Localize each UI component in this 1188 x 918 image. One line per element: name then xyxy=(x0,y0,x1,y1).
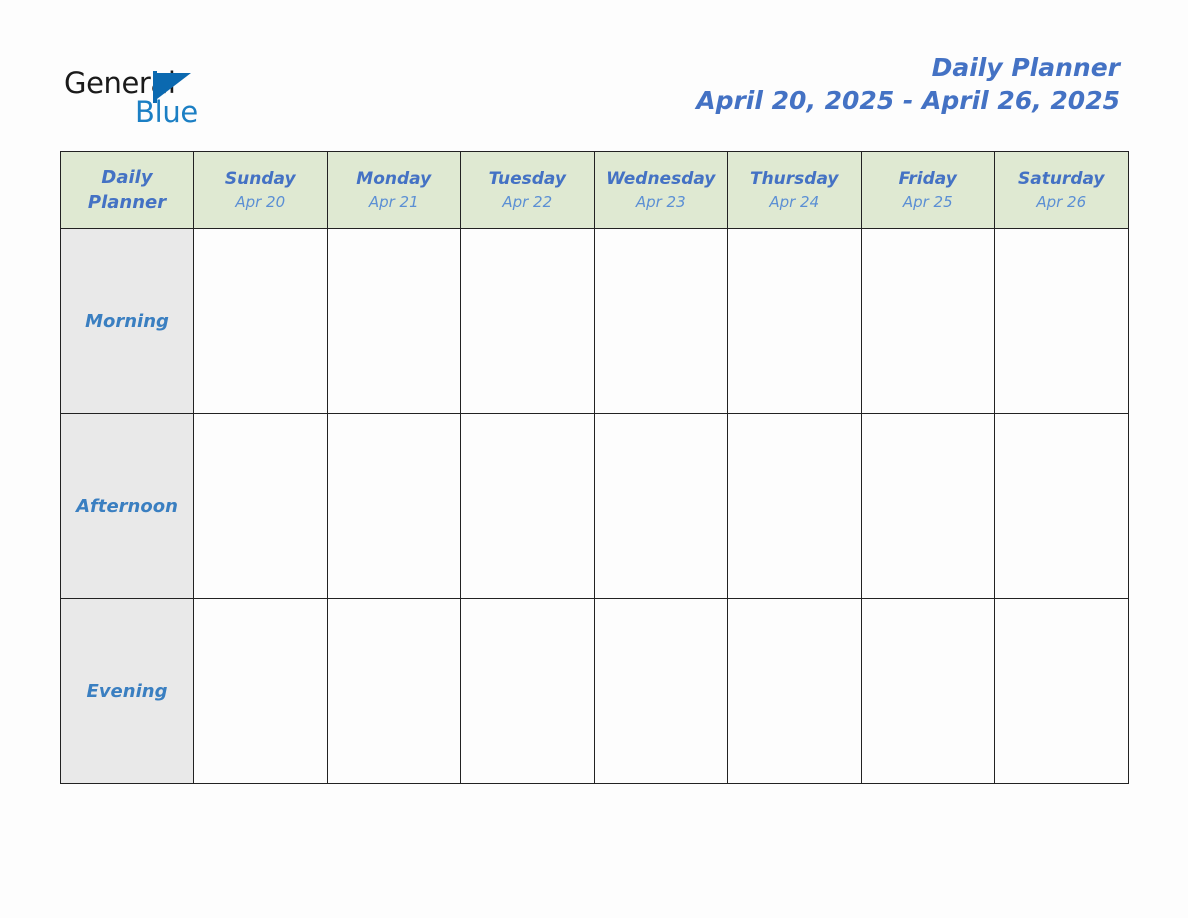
slot-afternoon-sunday[interactable] xyxy=(193,413,328,599)
title-block: Daily Planner April 20, 2025 - April 26,… xyxy=(696,52,1120,118)
slot-morning-sunday[interactable] xyxy=(193,228,328,414)
row-label-evening: Evening xyxy=(60,598,194,784)
day-name-monday: Monday xyxy=(356,169,432,189)
day-date-saturday: Apr 26 xyxy=(1036,193,1087,211)
table-header-row: Daily Planner Sunday Apr 20 Monday Apr 2… xyxy=(60,151,1129,229)
slot-morning-thursday[interactable] xyxy=(727,228,862,414)
date-range: April 20, 2025 - April 26, 2025 xyxy=(696,86,1120,115)
corner-label-line2: Planner xyxy=(87,192,167,213)
slot-morning-monday[interactable] xyxy=(326,228,461,414)
table-row: Evening xyxy=(60,598,1129,784)
slot-afternoon-tuesday[interactable] xyxy=(460,413,595,599)
slot-evening-thursday[interactable] xyxy=(727,598,862,784)
logo-text-blue: Blue xyxy=(135,95,198,129)
slot-afternoon-wednesday[interactable] xyxy=(593,413,728,599)
day-name-thursday: Thursday xyxy=(749,169,839,189)
row-label-text: Afternoon xyxy=(76,495,178,517)
day-date-tuesday: Apr 22 xyxy=(502,193,553,211)
table-corner-cell: Daily Planner xyxy=(60,151,194,229)
row-label-morning: Morning xyxy=(60,228,194,414)
slot-morning-wednesday[interactable] xyxy=(593,228,728,414)
page-title: Daily Planner xyxy=(931,53,1120,82)
corner-label-line1: Daily xyxy=(101,167,153,188)
day-date-thursday: Apr 24 xyxy=(769,193,820,211)
day-name-tuesday: Tuesday xyxy=(488,169,566,189)
slot-evening-saturday[interactable] xyxy=(994,598,1129,784)
day-header-sunday: Sunday Apr 20 xyxy=(193,151,328,229)
slot-afternoon-friday[interactable] xyxy=(860,413,995,599)
slot-evening-wednesday[interactable] xyxy=(593,598,728,784)
day-header-wednesday: Wednesday Apr 23 xyxy=(593,151,728,229)
table-row: Afternoon xyxy=(60,413,1129,599)
slot-morning-saturday[interactable] xyxy=(994,228,1129,414)
day-name-wednesday: Wednesday xyxy=(606,169,716,189)
slot-evening-tuesday[interactable] xyxy=(460,598,595,784)
page-header: General Blue Daily Planner April 20, 202… xyxy=(0,0,1188,150)
day-header-monday: Monday Apr 21 xyxy=(326,151,461,229)
day-date-wednesday: Apr 23 xyxy=(635,193,686,211)
day-date-sunday: Apr 20 xyxy=(235,193,286,211)
day-header-saturday: Saturday Apr 26 xyxy=(994,151,1129,229)
day-name-friday: Friday xyxy=(898,169,957,189)
table-row: Morning xyxy=(60,228,1129,414)
row-label-afternoon: Afternoon xyxy=(60,413,194,599)
day-name-sunday: Sunday xyxy=(224,169,296,189)
planner-page: General Blue Daily Planner April 20, 202… xyxy=(0,0,1188,918)
day-date-monday: Apr 21 xyxy=(368,193,419,211)
day-header-tuesday: Tuesday Apr 22 xyxy=(460,151,595,229)
slot-afternoon-saturday[interactable] xyxy=(994,413,1129,599)
slot-afternoon-thursday[interactable] xyxy=(727,413,862,599)
row-label-text: Morning xyxy=(85,310,169,332)
general-blue-logo: General Blue xyxy=(64,68,254,130)
day-header-thursday: Thursday Apr 24 xyxy=(727,151,862,229)
slot-afternoon-monday[interactable] xyxy=(326,413,461,599)
day-header-friday: Friday Apr 25 xyxy=(860,151,995,229)
slot-evening-sunday[interactable] xyxy=(193,598,328,784)
slot-evening-monday[interactable] xyxy=(326,598,461,784)
weekly-planner-table: Daily Planner Sunday Apr 20 Monday Apr 2… xyxy=(60,151,1129,784)
slot-morning-tuesday[interactable] xyxy=(460,228,595,414)
slot-morning-friday[interactable] xyxy=(860,228,995,414)
row-label-text: Evening xyxy=(86,680,168,702)
day-name-saturday: Saturday xyxy=(1017,169,1105,189)
slot-evening-friday[interactable] xyxy=(860,598,995,784)
day-date-friday: Apr 25 xyxy=(902,193,953,211)
